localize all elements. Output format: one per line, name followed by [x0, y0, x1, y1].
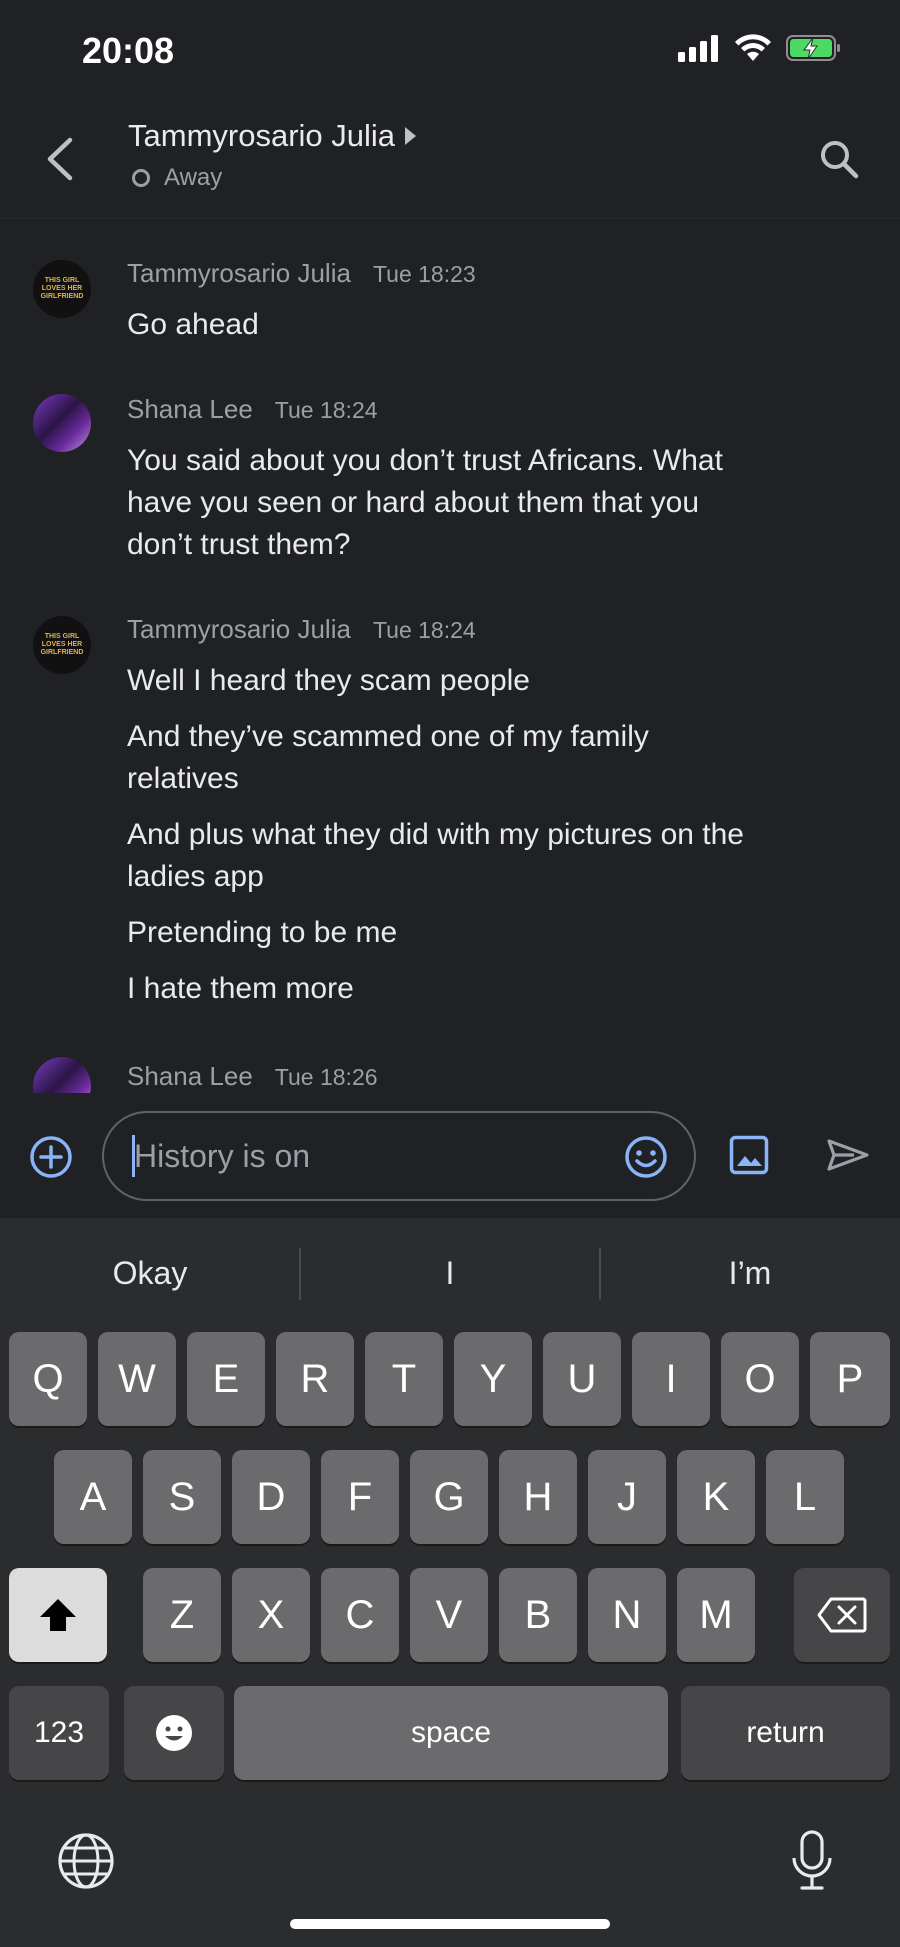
avatar[interactable]	[33, 394, 91, 452]
sender-name: Tammyrosario Julia	[127, 614, 351, 644]
key-r[interactable]: R	[276, 1332, 354, 1426]
presence-label: Away	[164, 164, 223, 191]
message-text: have you seen or hard about them that yo…	[127, 486, 700, 519]
suggestion-item[interactable]: I’m	[600, 1218, 900, 1328]
caret-right-icon	[405, 127, 417, 145]
delete-key[interactable]	[794, 1568, 890, 1662]
message-composer: History is on	[0, 1093, 900, 1218]
avatar[interactable]: THIS GIRL LOVES HER GIRLFRIEND	[33, 616, 91, 674]
sender-line: Shana Lee Tue 18:24	[127, 394, 378, 425]
message-text: relatives	[127, 762, 239, 795]
key-y[interactable]: Y	[454, 1332, 532, 1426]
avatar-text: THIS GIRL LOVES HER GIRLFRIEND	[40, 277, 84, 300]
message-text: You said about you don’t trust Africans.…	[127, 444, 723, 477]
home-indicator[interactable]	[290, 1919, 610, 1929]
message-text: Well I heard they scam people	[127, 664, 530, 697]
backspace-icon	[817, 1597, 867, 1633]
message-text: And they’ve scammed one of my family	[127, 720, 649, 753]
key-f[interactable]: F	[321, 1450, 399, 1544]
cellular-signal-icon	[678, 35, 718, 62]
key-v[interactable]: V	[410, 1568, 488, 1662]
message-text: don’t trust them?	[127, 528, 351, 561]
key-g[interactable]: G	[410, 1450, 488, 1544]
battery-charging-icon	[786, 35, 840, 61]
message-text: ladies app	[127, 860, 264, 893]
key-b[interactable]: B	[499, 1568, 577, 1662]
microphone-icon[interactable]	[790, 1830, 834, 1892]
message-text: And plus what they did with my pictures …	[127, 818, 744, 851]
away-status-icon	[132, 169, 150, 187]
message-time: Tue 18:23	[372, 261, 476, 287]
search-icon[interactable]	[818, 138, 860, 180]
message-text: Go ahead	[127, 308, 259, 341]
message-list[interactable]: THIS GIRL LOVES HER GIRLFRIEND Tammyrosa…	[0, 218, 900, 1093]
key-k[interactable]: K	[677, 1450, 755, 1544]
key-a[interactable]: A	[54, 1450, 132, 1544]
shift-arrow-icon	[40, 1599, 76, 1631]
key-w[interactable]: W	[98, 1332, 176, 1426]
sender-line: Shana Lee Tue 18:26	[127, 1061, 378, 1092]
suggestion-item[interactable]: Okay	[0, 1218, 300, 1328]
key-o[interactable]: O	[721, 1332, 799, 1426]
avatar[interactable]: THIS GIRL LOVES HER GIRLFRIEND	[33, 260, 91, 318]
key-i[interactable]: I	[632, 1332, 710, 1426]
status-bar: 20:08	[0, 0, 900, 100]
return-key[interactable]: return	[681, 1686, 890, 1780]
key-l[interactable]: L	[766, 1450, 844, 1544]
shift-key[interactable]	[9, 1568, 107, 1662]
send-icon[interactable]	[826, 1138, 870, 1172]
key-s[interactable]: S	[143, 1450, 221, 1544]
status-icons	[678, 34, 842, 62]
key-q[interactable]: Q	[9, 1332, 87, 1426]
on-screen-keyboard: Okay I I’m Q W E R T Y U I O P A S D F G…	[0, 1218, 900, 1947]
image-icon[interactable]	[729, 1135, 769, 1175]
conversation-title-button[interactable]: Tammyrosario Julia Away	[128, 118, 417, 192]
sender-line: Tammyrosario Julia Tue 18:24	[127, 614, 476, 645]
key-u[interactable]: U	[543, 1332, 621, 1426]
globe-icon[interactable]	[57, 1832, 115, 1890]
key-z[interactable]: Z	[143, 1568, 221, 1662]
add-circle-icon[interactable]	[29, 1135, 73, 1179]
message-time: Tue 18:26	[274, 1064, 378, 1090]
avatar[interactable]	[33, 1057, 91, 1093]
avatar-text: THIS GIRL LOVES HER GIRLFRIEND	[40, 633, 84, 656]
message-text: Pretending to be me	[127, 916, 398, 949]
key-c[interactable]: C	[321, 1568, 399, 1662]
emoji-face-icon	[156, 1715, 192, 1751]
message-time: Tue 18:24	[274, 397, 378, 423]
message-input[interactable]: History is on	[102, 1111, 696, 1201]
presence-status: Away	[128, 164, 416, 192]
emoji-key[interactable]	[124, 1686, 224, 1780]
message-input-placeholder: History is on	[134, 1138, 311, 1174]
sender-line: Tammyrosario Julia Tue 18:23	[127, 258, 476, 289]
key-x[interactable]: X	[232, 1568, 310, 1662]
conversation-title: Tammyrosario Julia	[128, 118, 396, 153]
suggestion-item[interactable]: I	[300, 1218, 600, 1328]
space-key[interactable]: space	[234, 1686, 668, 1780]
conversation-header: Tammyrosario Julia Away	[0, 100, 900, 219]
sender-name: Tammyrosario Julia	[127, 258, 351, 288]
sender-name: Shana Lee	[127, 394, 253, 424]
key-h[interactable]: H	[499, 1450, 577, 1544]
key-j[interactable]: J	[588, 1450, 666, 1544]
message-text: I hate them more	[127, 972, 354, 1005]
key-m[interactable]: M	[677, 1568, 755, 1662]
key-p[interactable]: P	[810, 1332, 890, 1426]
sender-name: Shana Lee	[127, 1061, 253, 1091]
numbers-key[interactable]: 123	[9, 1686, 109, 1780]
emoji-icon[interactable]	[624, 1135, 668, 1179]
key-e[interactable]: E	[187, 1332, 265, 1426]
key-n[interactable]: N	[588, 1568, 666, 1662]
key-t[interactable]: T	[365, 1332, 443, 1426]
message-time: Tue 18:24	[372, 617, 476, 643]
back-arrow-icon[interactable]	[40, 134, 80, 184]
wifi-icon	[735, 34, 771, 61]
key-d[interactable]: D	[232, 1450, 310, 1544]
status-time: 20:08	[82, 30, 175, 71]
